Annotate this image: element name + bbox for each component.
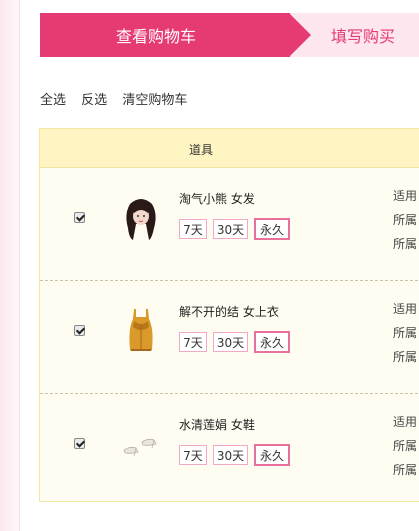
row-checkbox[interactable] [74, 212, 85, 223]
option-30-days[interactable]: 30天 [213, 445, 248, 465]
item-meta: 适用 所属 所属 [393, 297, 417, 369]
option-30-days[interactable]: 30天 [213, 332, 248, 352]
option-permanent[interactable]: 永久 [254, 444, 290, 466]
table-row: 解不开的结 女上衣 7天 30天 永久 适用 所属 所属 [40, 281, 419, 394]
step-view-cart-label: 查看购物车 [115, 27, 196, 46]
option-30-days[interactable]: 30天 [213, 219, 248, 239]
table-row: 水清莲娟 女鞋 7天 30天 永久 适用 所属 所属 [40, 394, 419, 506]
cart-actions: 全选 反选 清空购物车 [40, 89, 198, 108]
step-view-cart[interactable]: 查看购物车 [40, 13, 290, 57]
meta-line: 适用 [393, 189, 418, 203]
step-fill-purchase[interactable]: 填写购买 [311, 13, 419, 57]
item-name: 解不开的结 女上衣 [179, 305, 279, 319]
option-7-days[interactable]: 7天 [179, 219, 207, 239]
invert-selection-link[interactable]: 反选 [81, 93, 107, 108]
column-header-item: 道具 [189, 143, 214, 157]
meta-line: 所属 [393, 237, 418, 251]
table-header: 道具 [40, 129, 419, 168]
row-checkbox[interactable] [74, 325, 85, 336]
shoes-icon [116, 420, 166, 468]
step-arrow-icon [289, 13, 311, 57]
option-permanent[interactable]: 永久 [254, 331, 290, 353]
meta-line: 所属 [393, 350, 418, 364]
top-icon [116, 305, 166, 353]
meta-line: 适用 [393, 302, 418, 316]
cart-table: 道具 淘气小熊 女发 7天 30天 永久 适用 所属 所属 解不开的结 女上衣 … [39, 128, 419, 502]
item-meta: 适用 所属 所属 [393, 184, 417, 256]
item-name: 淘气小熊 女发 [179, 192, 255, 206]
select-all-link[interactable]: 全选 [40, 93, 66, 108]
hair-icon [116, 194, 166, 242]
clear-cart-link[interactable]: 清空购物车 [122, 93, 187, 108]
meta-line: 所属 [393, 463, 418, 477]
row-checkbox[interactable] [74, 438, 85, 449]
meta-line: 所属 [393, 439, 418, 453]
checkout-steps: 查看购物车 填写购买 [40, 13, 419, 57]
item-meta: 适用 所属 所属 [393, 410, 417, 482]
step-fill-purchase-label: 填写购买 [331, 27, 396, 46]
meta-line: 所属 [393, 213, 418, 227]
meta-line: 所属 [393, 326, 418, 340]
left-margin-strip [0, 0, 20, 531]
meta-line: 适用 [393, 415, 418, 429]
item-name: 水清莲娟 女鞋 [179, 418, 255, 432]
table-row: 淘气小熊 女发 7天 30天 永久 适用 所属 所属 [40, 168, 419, 281]
option-7-days[interactable]: 7天 [179, 445, 207, 465]
option-permanent[interactable]: 永久 [254, 218, 290, 240]
option-7-days[interactable]: 7天 [179, 332, 207, 352]
